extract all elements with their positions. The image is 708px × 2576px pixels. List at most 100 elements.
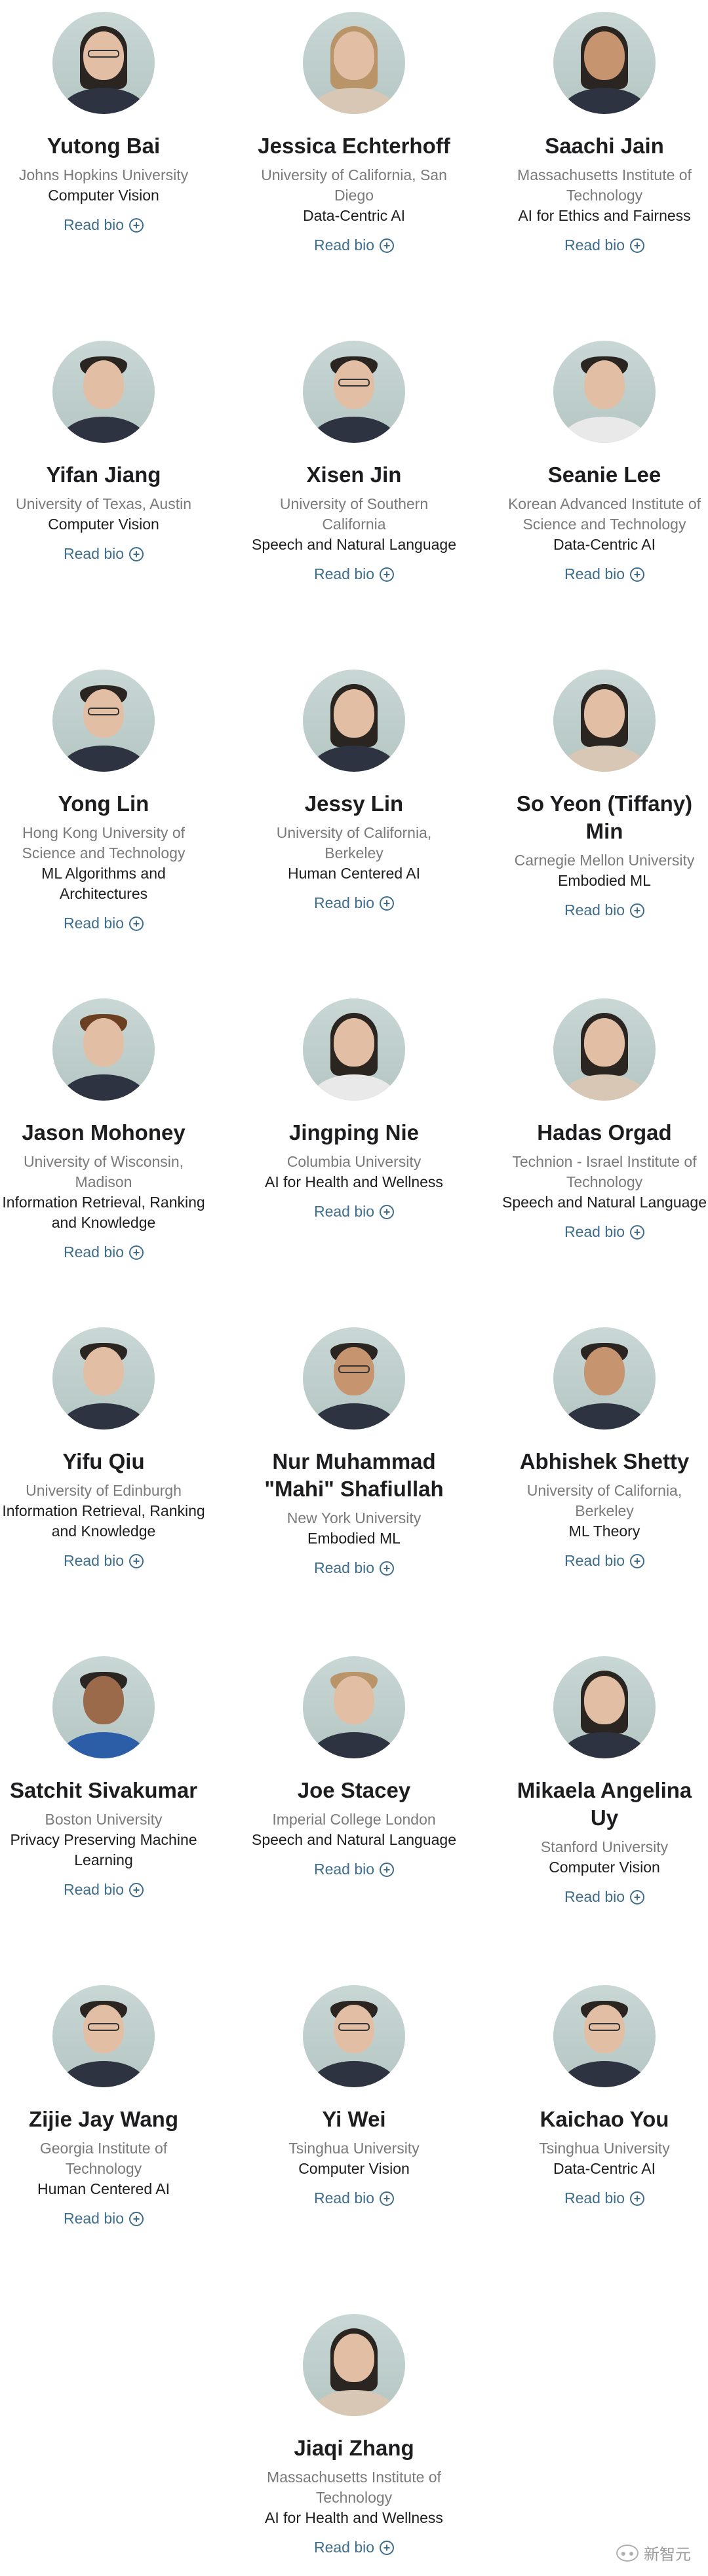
profile-university: University of California, Berkeley (276, 824, 432, 862)
read-bio-label: Read bio (313, 1559, 375, 1576)
plus-circle-icon: + (380, 896, 395, 911)
profile-card: Jessy Lin University of California, Berk… (250, 670, 458, 913)
profile-name: Saachi Jain (545, 134, 664, 158)
profile-research-area: Human Centered AI (287, 865, 420, 882)
avatar (303, 670, 405, 772)
profile-university: Carnegie Mellon University (514, 852, 695, 869)
read-bio-link[interactable]: Read bio + (564, 1551, 645, 1571)
avatar (52, 998, 155, 1101)
read-bio-link[interactable]: Read bio + (64, 913, 144, 934)
read-bio-label: Read bio (564, 1888, 625, 1905)
plus-circle-icon: + (630, 2191, 645, 2206)
profile-university: University of California, San Diego (261, 166, 447, 204)
read-bio-link[interactable]: Read bio + (64, 544, 144, 564)
read-bio-link[interactable]: Read bio + (313, 564, 395, 584)
plus-circle-icon: + (129, 2211, 144, 2226)
profile-card: Zijie Jay Wang Georgia Institute of Tech… (0, 1985, 207, 2229)
avatar (553, 12, 656, 114)
profile-card: Jason Mohoney University of Wisconsin, M… (0, 998, 207, 1262)
profile-name: Yutong Bai (47, 134, 161, 158)
read-bio-link[interactable]: Read bio + (314, 2188, 395, 2208)
read-bio-link[interactable]: Read bio + (313, 1202, 395, 1222)
profile-research-area: Data-Centric AI (553, 536, 656, 553)
profile-university: Tsinghua University (288, 2140, 420, 2157)
plus-circle-icon: + (380, 1561, 395, 1576)
profile-name: Mikaela Angelina Uy (517, 1778, 692, 1830)
avatar (553, 670, 656, 772)
profile-card: Satchit Sivakumar Boston University Priv… (0, 1656, 207, 1900)
avatar (303, 12, 405, 114)
read-bio-link[interactable]: Read bio + (313, 1558, 395, 1578)
avatar (553, 341, 656, 443)
profile-card: Yifu Qiu University of Edinburgh Informa… (0, 1327, 207, 1571)
read-bio-label: Read bio (564, 2189, 625, 2207)
read-bio-link[interactable]: Read bio + (64, 1551, 144, 1571)
read-bio-link[interactable]: Read bio + (564, 1887, 645, 1907)
read-bio-link[interactable]: Read bio + (564, 1222, 645, 1242)
read-bio-link[interactable]: Read bio + (564, 900, 645, 920)
read-bio-label: Read bio (313, 237, 375, 254)
read-bio-label: Read bio (63, 915, 125, 932)
read-bio-label: Read bio (564, 901, 625, 919)
read-bio-link[interactable]: Read bio + (313, 1859, 395, 1880)
profile-card: Abhishek Shetty University of California… (501, 1327, 708, 1571)
profile-card: Xisen Jin University of Southern Califor… (250, 341, 458, 584)
profile-name: Yi Wei (322, 2107, 386, 2131)
profile-card: Jiaqi Zhang Massachusetts Institute of T… (250, 2314, 458, 2558)
plus-circle-icon: + (380, 2191, 395, 2206)
avatar (553, 1985, 656, 2087)
avatar (303, 998, 405, 1101)
profile-research-area: AI for Health and Wellness (265, 1173, 443, 1190)
profile-research-area: Embodied ML (307, 1530, 401, 1547)
read-bio-link[interactable]: Read bio + (313, 893, 395, 913)
avatar (52, 670, 155, 772)
profile-university: Korean Advanced Institute of Science and… (507, 495, 701, 533)
read-bio-link[interactable]: Read bio + (313, 235, 395, 256)
profile-university: University of Wisconsin, Madison (23, 1153, 184, 1190)
read-bio-link[interactable]: Read bio + (64, 2208, 144, 2229)
profile-research-area: Privacy Preserving Machine Learning (10, 1831, 197, 1868)
profile-research-area: Human Centered AI (37, 2180, 170, 2197)
read-bio-label: Read bio (313, 894, 375, 911)
profile-card: Jessica Echterhoff University of Califor… (250, 12, 458, 256)
profile-name: Yong Lin (58, 791, 149, 816)
read-bio-link[interactable]: Read bio + (564, 564, 645, 584)
read-bio-link[interactable]: Read bio + (64, 1242, 144, 1262)
profile-research-area: Computer Vision (48, 187, 159, 204)
profile-research-area: Speech and Natural Language (251, 1831, 457, 1848)
read-bio-label: Read bio (313, 1861, 375, 1878)
avatar (52, 341, 155, 443)
read-bio-label: Read bio (313, 1203, 375, 1220)
profile-research-area: AI for Ethics and Fairness (518, 207, 691, 224)
profile-card: Hadas Orgad Technion - Israel Institute … (501, 998, 708, 1242)
profile-research-area: Information Retrieval, Ranking and Knowl… (2, 1502, 205, 1540)
read-bio-link[interactable]: Read bio + (314, 2537, 395, 2558)
profile-research-area: Embodied ML (558, 872, 651, 889)
profile-research-area: Computer Vision (549, 1859, 660, 1876)
profile-research-area: ML Theory (568, 1523, 640, 1540)
profile-research-area: Data-Centric AI (303, 207, 405, 224)
profile-research-area: Speech and Natural Language (502, 1194, 707, 1211)
read-bio-link[interactable]: Read bio + (564, 2188, 645, 2208)
profile-research-area: Computer Vision (48, 516, 159, 533)
avatar (303, 1985, 405, 2087)
profile-name: Hadas Orgad (537, 1120, 672, 1145)
avatar (52, 1985, 155, 2087)
plus-circle-icon: + (129, 1882, 144, 1897)
read-bio-link[interactable]: Read bio + (64, 215, 144, 235)
profile-university: University of Texas, Austin (15, 495, 192, 512)
read-bio-label: Read bio (63, 2210, 125, 2227)
read-bio-link[interactable]: Read bio + (64, 1880, 144, 1900)
read-bio-label: Read bio (313, 565, 375, 582)
read-bio-link[interactable]: Read bio + (564, 235, 645, 256)
profile-name: Zijie Jay Wang (28, 2107, 178, 2131)
read-bio-label: Read bio (564, 1552, 625, 1569)
plus-circle-icon: + (630, 1224, 645, 1240)
profile-name: Xisen Jin (306, 463, 402, 487)
plus-circle-icon: + (630, 238, 645, 253)
avatar (52, 1656, 155, 1758)
profile-research-area: AI for Health and Wellness (265, 2509, 443, 2526)
profile-university: Technion - Israel Institute of Technolog… (512, 1153, 697, 1190)
profile-university: New York University (286, 1509, 422, 1526)
profile-university: Boston University (45, 1811, 163, 1828)
